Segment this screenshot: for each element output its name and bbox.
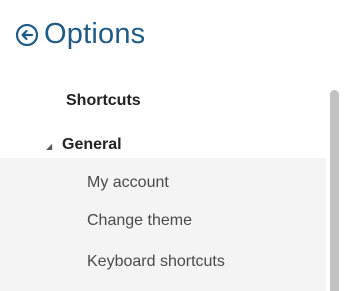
nav-group-toggle[interactable]: ◢ General [46, 134, 122, 156]
scrollbar-thumb[interactable] [330, 90, 339, 291]
options-nav: Shortcuts ◢ General My account Change th… [0, 82, 326, 291]
options-page: Options Shortcuts ◢ General My account C… [0, 0, 348, 291]
nav-item-my-account[interactable]: My account [87, 174, 169, 192]
collapse-triangle-icon: ◢ [46, 142, 53, 151]
back-button[interactable] [14, 22, 40, 48]
page-title: Options [44, 17, 146, 50]
nav-item-keyboard-shortcuts[interactable]: Keyboard shortcuts [87, 253, 225, 271]
nav-section-header: Shortcuts [66, 92, 141, 109]
nav-group-general: ◢ General My account Change theme Keyboa… [0, 130, 326, 291]
circle-arrow-left-icon [15, 23, 39, 47]
nav-group-label: General [62, 136, 122, 153]
nav-item-change-theme[interactable]: Change theme [87, 212, 192, 230]
page-header: Options [14, 14, 145, 54]
